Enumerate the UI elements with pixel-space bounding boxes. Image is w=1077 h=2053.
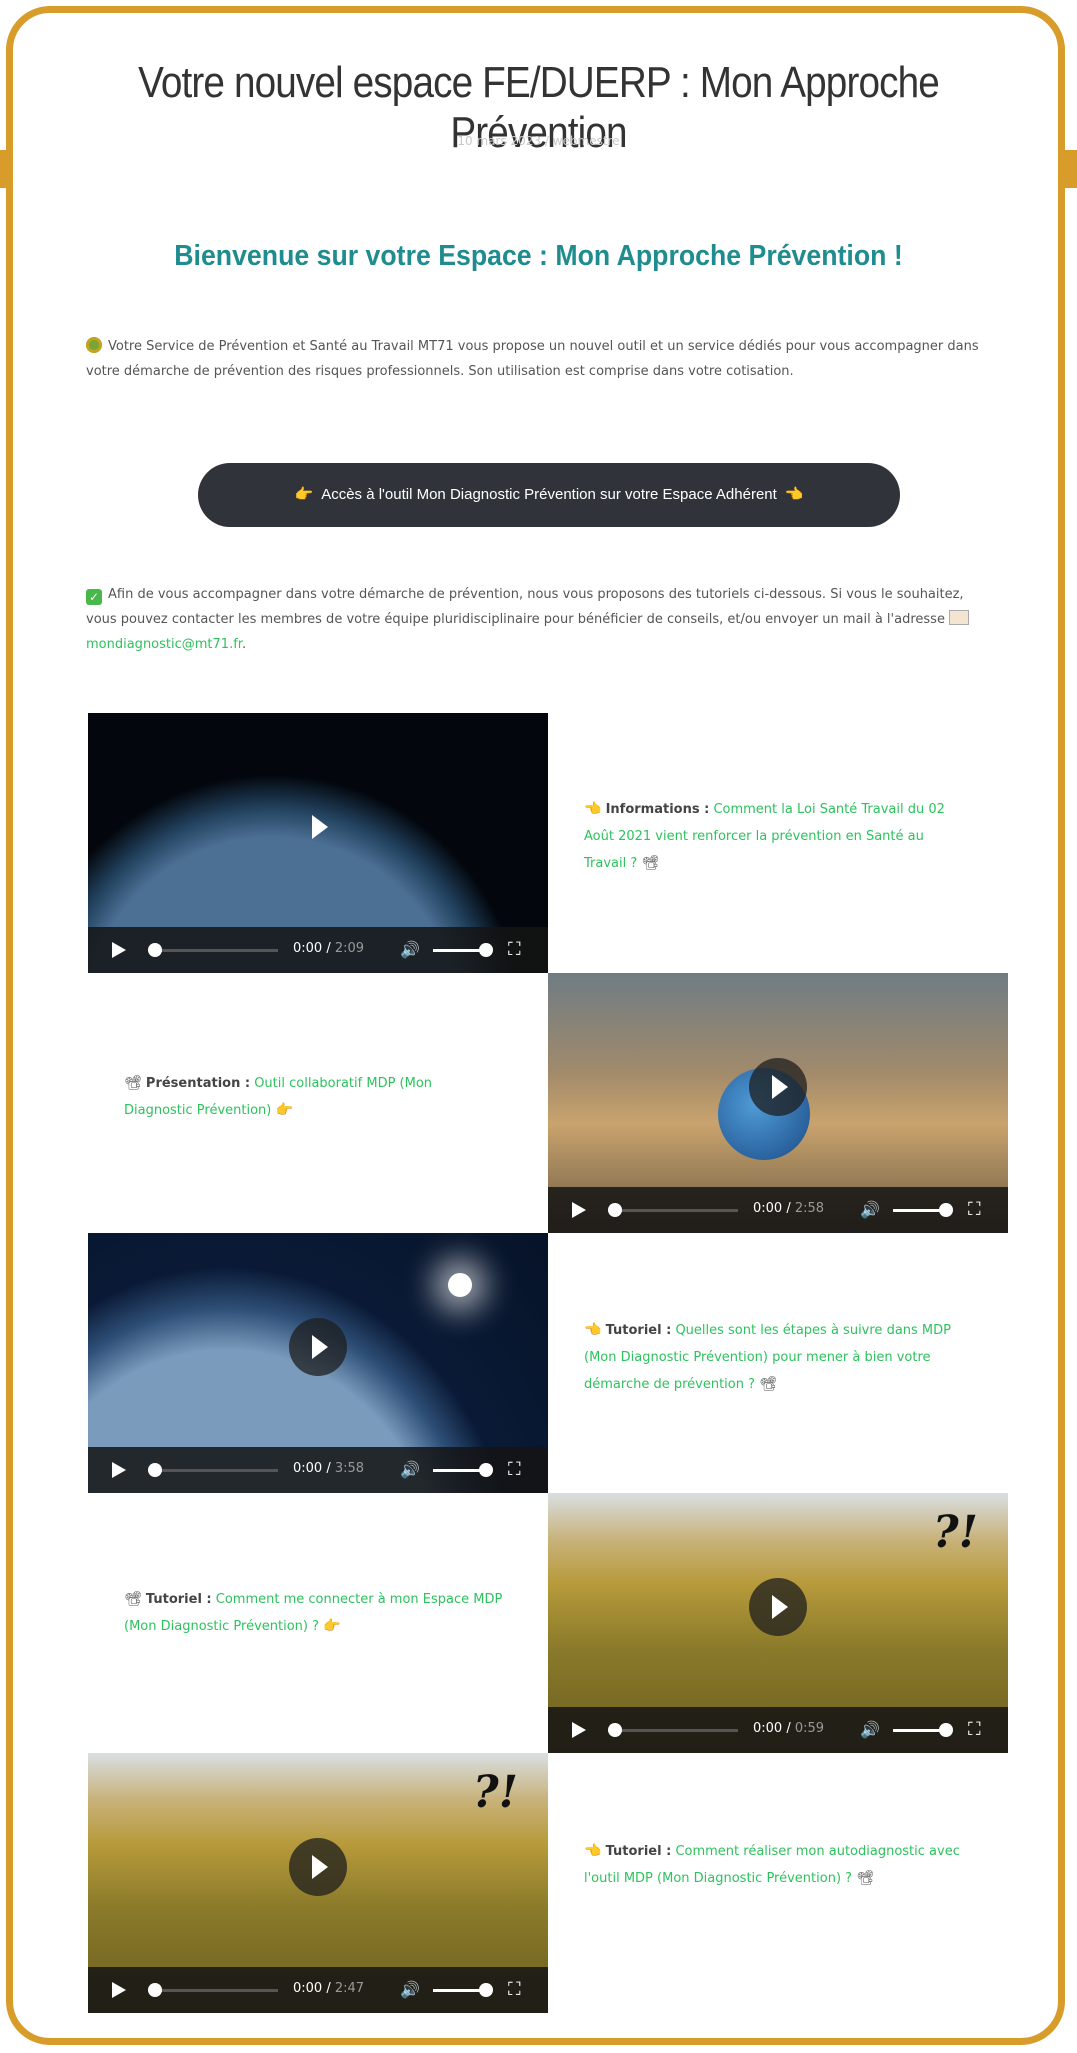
big-play-icon[interactable] <box>749 1058 807 1117</box>
volume-icon[interactable]: 🔊 <box>400 1980 420 1999</box>
film-camera-icon: 📽 <box>759 1376 777 1392</box>
volume-handle[interactable] <box>939 1723 953 1737</box>
time-display: 0:00 / 0:59 <box>753 1721 825 1736</box>
pointing-left-icon: 👈 <box>584 1843 602 1859</box>
diagnostic-access-button[interactable]: 👉 Accès à l'outil Mon Diagnostic Préventi… <box>198 463 900 527</box>
pointing-left-icon: 👈 <box>784 486 804 503</box>
video-player-5[interactable]: ?! 0:00 / 2:47 🔊 ⛶ <box>88 1753 548 2013</box>
time-display: 0:00 / 2:47 <box>293 1981 365 1996</box>
cta-label: Accès à l'outil Mon Diagnostic Préventio… <box>321 486 777 503</box>
video-player-2[interactable]: 0:00 / 2:58 🔊 ⛶ <box>548 973 1008 1233</box>
fullscreen-icon[interactable]: ⛶ <box>968 1719 981 1740</box>
big-play-icon[interactable] <box>289 1318 347 1377</box>
seek-bar[interactable] <box>148 1469 278 1472</box>
fullscreen-icon[interactable]: ⛶ <box>508 939 521 960</box>
support-suffix: . <box>241 637 247 652</box>
interrobang-overlay: ?! <box>472 1767 518 1818</box>
volume-icon[interactable]: 🔊 <box>400 940 420 959</box>
seek-handle[interactable] <box>148 1463 162 1477</box>
play-icon[interactable] <box>112 1982 126 1998</box>
video-controls: 0:00 / 3:58 🔊 ⛶ <box>88 1447 548 1493</box>
post-meta: 10 mars 2023 / webmestre <box>457 134 620 148</box>
volume-icon[interactable]: 🔊 <box>860 1200 880 1219</box>
caption-category: Tutoriel : <box>605 1323 672 1338</box>
seek-handle[interactable] <box>608 1203 622 1217</box>
envelope-icon <box>948 610 969 625</box>
video-player-3[interactable]: 0:00 / 3:58 🔊 ⛶ <box>88 1233 548 1493</box>
video-controls: 0:00 / 0:59 🔊 ⛶ <box>548 1707 1008 1753</box>
volume-handle[interactable] <box>939 1203 953 1217</box>
email-link[interactable]: mondiagnostic@mt71.fr <box>86 637 242 652</box>
seek-handle[interactable] <box>148 943 162 957</box>
pointing-right-icon: 👉 <box>275 1102 293 1118</box>
volume-handle[interactable] <box>479 1463 493 1477</box>
seek-bar[interactable] <box>148 1989 278 1992</box>
pointing-left-icon: 👈 <box>584 801 602 817</box>
time-display: 0:00 / 2:09 <box>293 941 365 956</box>
seek-handle[interactable] <box>148 1983 162 1997</box>
video-caption-2: 📽 Présentation : Outil collaboratif MDP … <box>124 1070 504 1124</box>
fullscreen-icon[interactable]: ⛶ <box>508 1459 521 1480</box>
pointing-left-icon: 👈 <box>584 1322 602 1338</box>
volume-icon[interactable]: 🔊 <box>400 1460 420 1479</box>
video-caption-4: 📽 Tutoriel : Comment me connecter à mon … <box>124 1586 504 1640</box>
video-player-4[interactable]: ?! 0:00 / 0:59 🔊 ⛶ <box>548 1493 1008 1753</box>
seek-handle[interactable] <box>608 1723 622 1737</box>
time-display: 0:00 / 3:58 <box>293 1461 365 1476</box>
seek-bar[interactable] <box>608 1729 738 1732</box>
frame-notch-left <box>0 150 12 188</box>
gear-icon <box>86 337 102 353</box>
volume-icon[interactable]: 🔊 <box>860 1720 880 1739</box>
film-camera-icon: 📽 <box>124 1591 142 1607</box>
caption-category: Tutoriel : <box>145 1592 212 1607</box>
film-camera-icon: 📽 <box>856 1870 874 1886</box>
caption-category: Informations : <box>605 802 710 817</box>
video-controls: 0:00 / 2:09 🔊 ⛶ <box>88 927 548 973</box>
play-icon[interactable] <box>572 1202 586 1218</box>
seek-bar[interactable] <box>608 1209 738 1212</box>
video-caption-1: 👈 Informations : Comment la Loi Santé Tr… <box>584 796 964 877</box>
volume-slider[interactable] <box>433 1469 483 1472</box>
video-controls: 0:00 / 2:58 🔊 ⛶ <box>548 1187 1008 1233</box>
big-play-icon[interactable] <box>749 1578 807 1637</box>
support-text: Afin de vous accompagner dans votre déma… <box>86 587 964 627</box>
sun-thumbnail <box>448 1273 472 1297</box>
checkmark-icon: ✓ <box>86 589 102 605</box>
volume-slider[interactable] <box>433 1989 483 1992</box>
play-icon[interactable] <box>112 942 126 958</box>
pointing-right-icon: 👉 <box>294 486 314 503</box>
play-icon[interactable] <box>112 1462 126 1478</box>
video-controls: 0:00 / 2:47 🔊 ⛶ <box>88 1967 548 2013</box>
volume-slider[interactable] <box>433 949 483 952</box>
video-caption-5: 👈 Tutoriel : Comment réaliser mon autodi… <box>584 1838 964 1892</box>
volume-handle[interactable] <box>479 1983 493 1997</box>
seek-bar[interactable] <box>148 949 278 952</box>
caption-category: Présentation : <box>145 1076 251 1091</box>
time-display: 0:00 / 2:58 <box>753 1201 825 1216</box>
big-play-icon[interactable] <box>289 798 347 856</box>
film-camera-icon: 📽 <box>641 855 660 871</box>
pointing-right-icon: 👉 <box>323 1618 341 1634</box>
fullscreen-icon[interactable]: ⛶ <box>508 1979 521 2000</box>
interrobang-overlay: ?! <box>932 1507 978 1558</box>
support-paragraph: ✓ Afin de vous accompagner dans votre dém… <box>86 582 996 657</box>
intro-text: Votre Service de Prévention et Santé au … <box>86 339 979 379</box>
volume-slider[interactable] <box>893 1729 943 1732</box>
welcome-heading: Bienvenue sur votre Espace : Mon Approch… <box>174 240 903 272</box>
big-play-icon[interactable] <box>289 1838 347 1897</box>
video-caption-3: 👈 Tutoriel : Quelles sont les étapes à s… <box>584 1317 964 1398</box>
intro-paragraph: Votre Service de Prévention et Santé au … <box>86 334 996 384</box>
volume-handle[interactable] <box>479 943 493 957</box>
fullscreen-icon[interactable]: ⛶ <box>968 1199 981 1220</box>
volume-slider[interactable] <box>893 1209 943 1212</box>
video-player-1[interactable]: 0:00 / 2:09 🔊 ⛶ <box>88 713 548 973</box>
caption-category: Tutoriel : <box>605 1844 672 1859</box>
frame-notch-right <box>1065 150 1077 188</box>
play-icon[interactable] <box>572 1722 586 1738</box>
film-camera-icon: 📽 <box>124 1075 142 1091</box>
